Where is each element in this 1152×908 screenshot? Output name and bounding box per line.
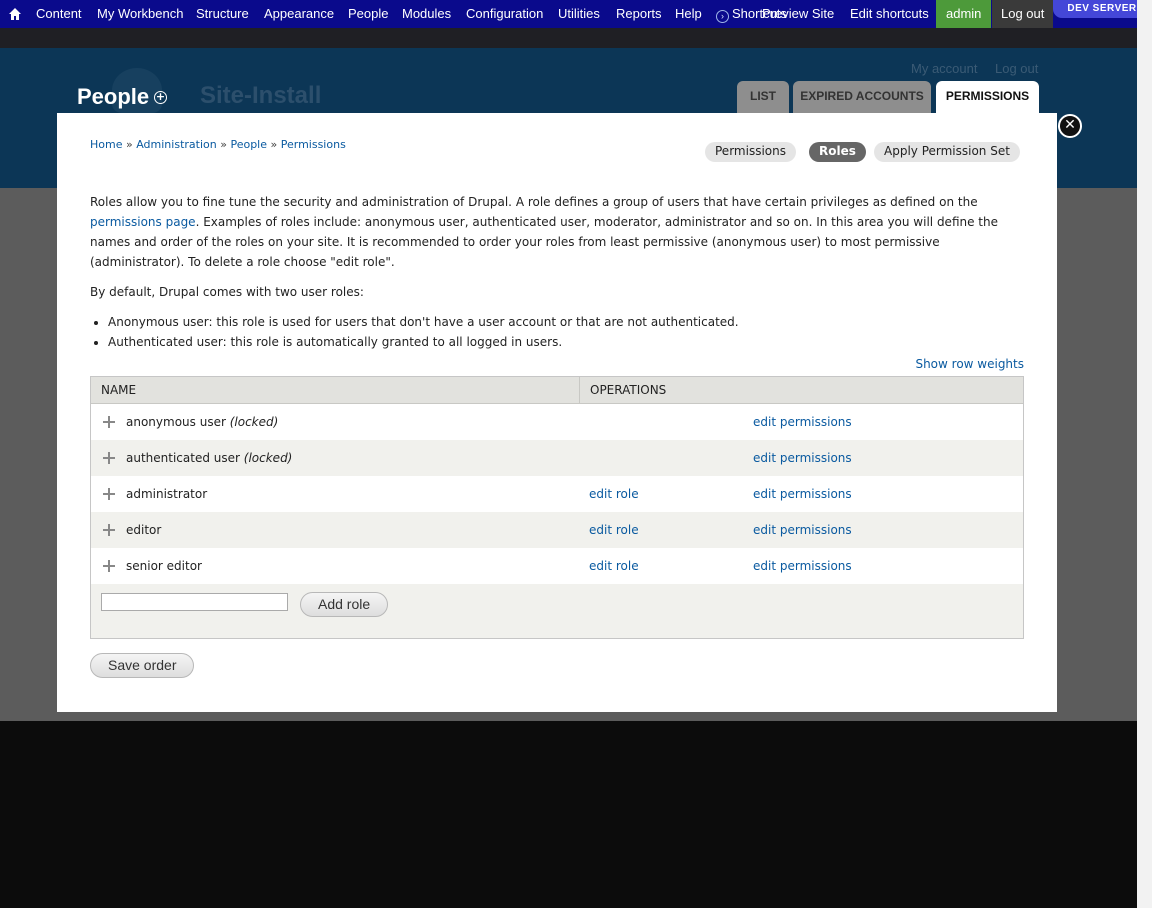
edit-role-link[interactable]: edit role	[589, 548, 639, 584]
role-name-text: authenticated user	[126, 451, 240, 465]
page-title: People	[77, 84, 150, 109]
shortcut-preview-site[interactable]: Preview Site	[762, 0, 834, 28]
table-row: administrator edit role edit permissions	[91, 476, 1023, 512]
breadcrumb-separator: »	[122, 138, 137, 151]
column-divider	[579, 377, 580, 404]
save-order-button[interactable]: Save order	[90, 653, 195, 678]
role-locked-label: (locked)	[243, 451, 293, 465]
role-name-text: anonymous user	[126, 415, 226, 429]
shortcuts-toggle-icon: ›	[716, 10, 729, 23]
breadcrumb-separator: »	[216, 138, 231, 151]
edit-permissions-link[interactable]: edit permissions	[753, 404, 852, 440]
scrollbar-track[interactable]	[1137, 0, 1152, 908]
table-header: Name Operations	[91, 377, 1023, 404]
role-name: senior editor	[126, 559, 202, 573]
table-row: editor edit role edit permissions	[91, 512, 1023, 548]
role-name: editor	[126, 523, 162, 537]
edit-permissions-link[interactable]: edit permissions	[753, 476, 852, 512]
edit-permissions-link[interactable]: edit permissions	[753, 440, 852, 476]
drag-handle-icon[interactable]	[103, 488, 115, 500]
new-role-name-input[interactable]	[101, 593, 288, 611]
toolbar-item-utilities[interactable]: Utilities	[558, 0, 600, 28]
breadcrumb-home[interactable]: Home	[90, 138, 122, 151]
edit-shortcuts-link[interactable]: Edit shortcuts	[850, 0, 929, 28]
edit-permissions-link[interactable]: edit permissions	[753, 512, 852, 548]
roles-table: Name Operations anonymous user (locked) …	[90, 376, 1024, 639]
permissions-page-link[interactable]: permissions page	[90, 215, 196, 229]
drag-handle-icon[interactable]	[103, 524, 115, 536]
default-roles-list: Anonymous user: this role is used for us…	[90, 312, 1030, 352]
edit-role-link[interactable]: edit role	[589, 512, 639, 548]
role-name: anonymous user (locked)	[126, 404, 278, 440]
table-row: senior editor edit role edit permissions	[91, 548, 1023, 584]
tab-permissions[interactable]: Permissions	[936, 81, 1039, 113]
toolbar-item-structure[interactable]: Structure	[196, 0, 249, 28]
breadcrumb-separator: »	[267, 138, 281, 151]
secondary-tab-permissions[interactable]: Permissions	[705, 142, 796, 162]
roles-description: Roles allow you to fine tune the securit…	[90, 192, 1030, 272]
user-account-link[interactable]: admin	[936, 0, 992, 28]
roles-description-text: Roles allow you to fine tune the securit…	[90, 195, 978, 209]
secondary-tab-apply-permission-set[interactable]: Apply Permission Set	[874, 142, 1020, 162]
header-my-account-link[interactable]: My account	[911, 61, 977, 76]
header-logout-link[interactable]: Log out	[995, 61, 1038, 76]
secondary-tab-roles[interactable]: Roles	[809, 142, 866, 162]
default-role-authenticated: Authenticated user: this role is automat…	[108, 332, 1030, 352]
default-roles-intro: By default, Drupal comes with two user r…	[90, 285, 364, 299]
table-row: authenticated user (locked) edit permiss…	[91, 440, 1023, 476]
site-name: Site-Install	[200, 82, 322, 109]
drag-handle-icon[interactable]	[103, 560, 115, 572]
column-header-name: Name	[101, 383, 137, 397]
toolbar-item-reports[interactable]: Reports	[616, 0, 662, 28]
toolbar-item-help[interactable]: Help	[675, 0, 702, 28]
column-header-operations: Operations	[590, 383, 667, 397]
toolbar-item-configuration[interactable]: Configuration	[466, 0, 543, 28]
role-name: administrator	[126, 487, 208, 501]
add-shortcut-icon[interactable]: +	[154, 91, 167, 104]
roles-description-text-cont: . Examples of roles include: anonymous u…	[90, 215, 998, 269]
tab-list[interactable]: List	[737, 81, 789, 113]
breadcrumb-administration[interactable]: Administration	[136, 138, 217, 151]
toolbar-item-people[interactable]: People	[348, 0, 388, 28]
drag-handle-icon[interactable]	[103, 452, 115, 464]
drag-handle-icon[interactable]	[103, 416, 115, 428]
tab-expired-accounts[interactable]: Expired accounts	[793, 81, 931, 113]
default-role-anonymous: Anonymous user: this role is used for us…	[108, 312, 1030, 332]
show-row-weights-link[interactable]: Show row weights	[915, 357, 1024, 371]
page-background	[0, 28, 1137, 48]
breadcrumb-permissions[interactable]: Permissions	[281, 138, 346, 151]
toolbar-item-appearance[interactable]: Appearance	[264, 0, 334, 28]
home-icon[interactable]	[8, 0, 22, 28]
logout-link[interactable]: Log out	[992, 0, 1054, 28]
edit-role-link[interactable]: edit role	[589, 476, 639, 512]
table-row: anonymous user (locked) edit permissions	[91, 404, 1023, 440]
toolbar-item-my-workbench[interactable]: My Workbench	[97, 0, 183, 28]
breadcrumb-people[interactable]: People	[230, 138, 267, 151]
role-name: authenticated user (locked)	[126, 440, 292, 476]
admin-toolbar: Content My Workbench Structure Appearanc…	[0, 0, 1137, 28]
toolbar-item-modules[interactable]: Modules	[402, 0, 451, 28]
roles-help-text: Roles allow you to fine tune the securit…	[90, 192, 1030, 352]
toolbar-item-content[interactable]: Content	[36, 0, 82, 28]
breadcrumb: Home » Administration » People » Permiss…	[90, 138, 346, 151]
edit-permissions-link[interactable]: edit permissions	[753, 548, 852, 584]
add-role-button[interactable]: Add role	[300, 592, 389, 617]
role-locked-label: (locked)	[229, 415, 279, 429]
close-icon[interactable]: ✕	[1058, 114, 1082, 138]
